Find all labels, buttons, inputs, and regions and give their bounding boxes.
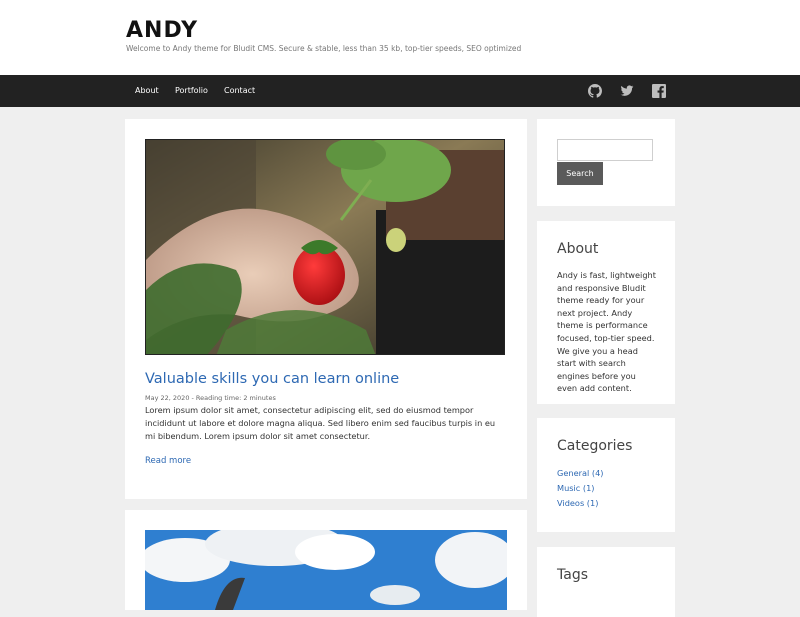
search-input[interactable] (557, 139, 653, 161)
nav-link-contact[interactable]: Contact (224, 75, 255, 107)
navbar: About Portfolio Contact (0, 75, 800, 107)
category-link-music[interactable]: Music (1) (557, 483, 595, 493)
search-widget: Search (537, 119, 675, 206)
post-card (125, 510, 527, 610)
search-button[interactable]: Search (557, 162, 603, 185)
about-title: About (557, 241, 599, 257)
tags-title: Tags (557, 567, 588, 583)
twitter-icon[interactable] (620, 84, 634, 98)
site-title[interactable]: ANDY (126, 18, 198, 43)
nav-link-about[interactable]: About (135, 75, 159, 107)
post-card: Valuable skills you can learn online May… (125, 119, 527, 499)
category-link-general[interactable]: General (4) (557, 468, 603, 478)
nav-link-portfolio[interactable]: Portfolio (175, 75, 208, 107)
strawberry-photo (146, 140, 504, 354)
categories-title: Categories (557, 438, 633, 454)
tags-widget: Tags (537, 547, 675, 617)
site-header: ANDY Welcome to Andy theme for Bludit CM… (0, 0, 800, 75)
read-more-link[interactable]: Read more (145, 456, 191, 466)
post-title[interactable]: Valuable skills you can learn online (145, 371, 399, 387)
post-meta: May 22, 2020 - Reading time: 2 minutes (145, 394, 276, 402)
post-excerpt: Lorem ipsum dolor sit amet, consectetur … (145, 405, 496, 441)
site-tagline: Welcome to Andy theme for Bludit CMS. Se… (126, 44, 522, 53)
categories-widget: Categories General (4) Music (1) Videos … (537, 418, 675, 532)
post-image[interactable] (145, 530, 507, 610)
about-text: Andy is fast, lightweight and responsive… (557, 270, 656, 394)
category-link-videos[interactable]: Videos (1) (557, 498, 598, 508)
about-widget: About Andy is fast, lightweight and resp… (537, 221, 675, 404)
sky-photo (145, 530, 507, 610)
facebook-icon[interactable] (652, 84, 666, 98)
github-icon[interactable] (588, 84, 602, 98)
post-image[interactable] (145, 139, 505, 355)
